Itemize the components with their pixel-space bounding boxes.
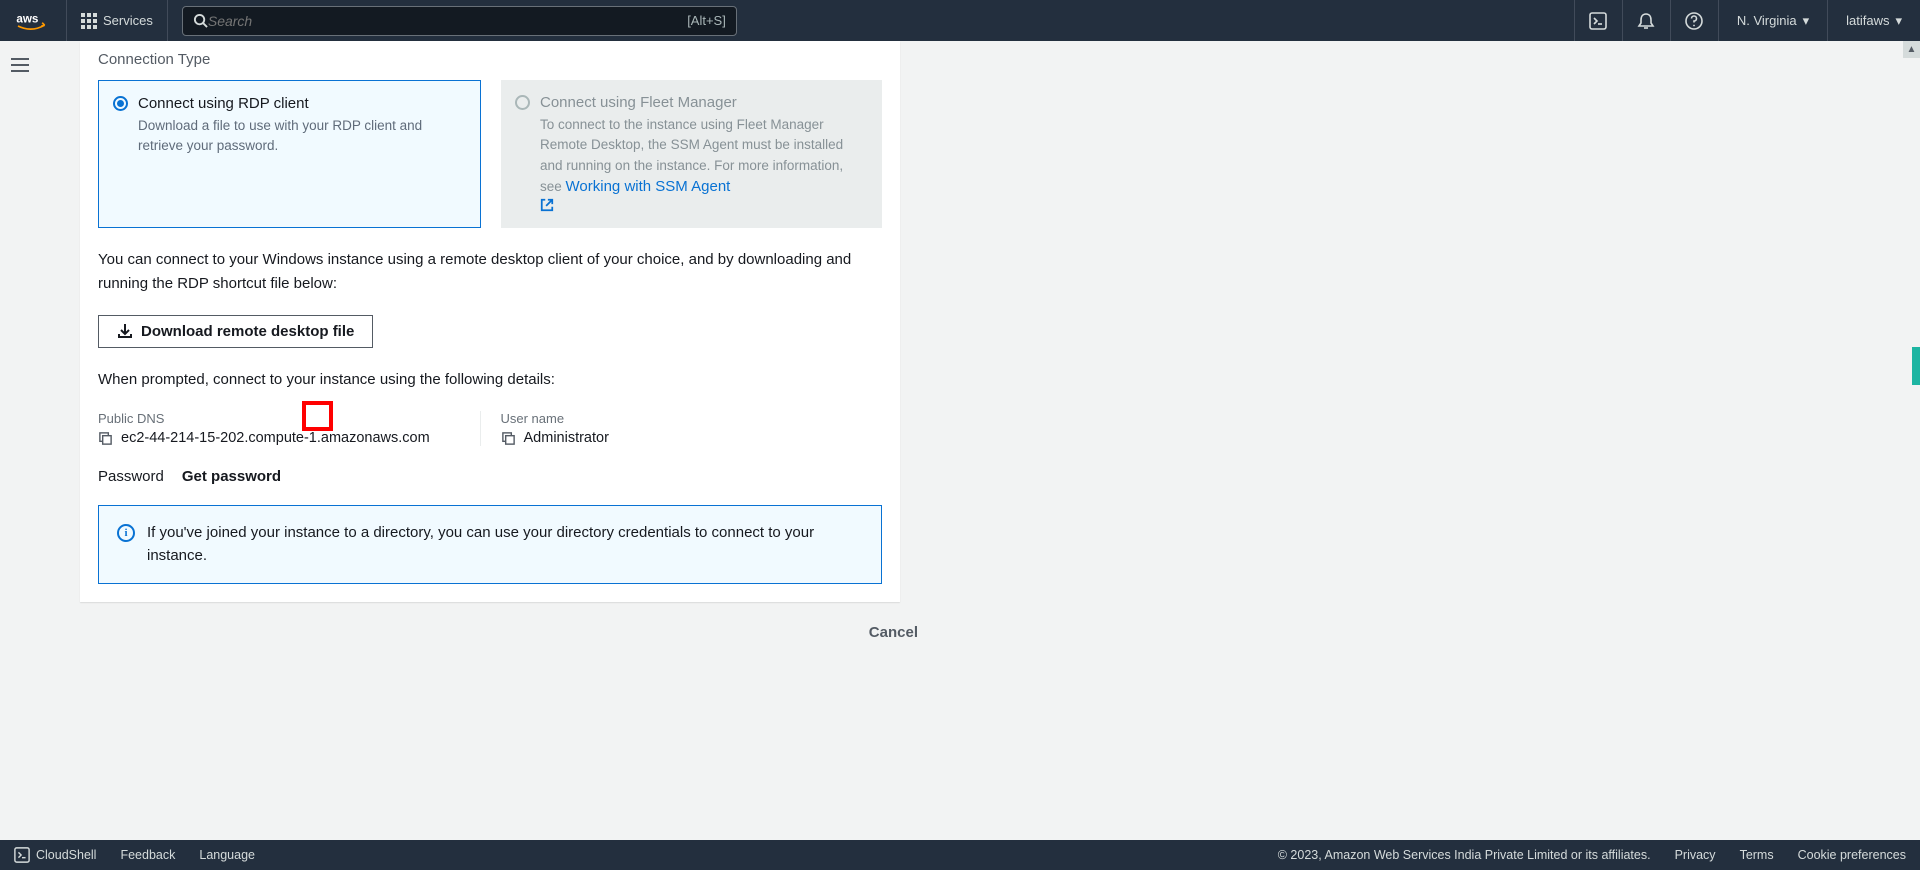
search-icon — [193, 13, 208, 28]
search-kbd-hint: [Alt+S] — [687, 13, 726, 28]
ssm-agent-link[interactable]: Working with SSM Agent — [540, 178, 866, 213]
info-icon: i — [117, 524, 135, 542]
connection-panel: Connection Type Connect using RDP client… — [80, 41, 900, 602]
public-dns-value: ec2-44-214-15-202.compute-1.amazonaws.co… — [121, 430, 430, 446]
help-button[interactable] — [1670, 0, 1718, 41]
account-label: latifaws — [1846, 13, 1889, 28]
copy-icon[interactable] — [501, 431, 516, 446]
instruction-text: You can connect to your Windows instance… — [98, 248, 882, 295]
region-selector[interactable]: N. Virginia ▾ — [1718, 0, 1827, 41]
info-text: If you've joined your instance to a dire… — [147, 522, 863, 567]
privacy-link[interactable]: Privacy — [1675, 848, 1716, 862]
option-title: Connect using Fleet Manager — [540, 94, 737, 111]
services-label: Services — [103, 13, 153, 28]
cookie-prefs-link[interactable]: Cookie preferences — [1798, 848, 1906, 862]
language-link[interactable]: Language — [199, 848, 255, 862]
account-menu[interactable]: latifaws ▾ — [1827, 0, 1920, 41]
footer-bar: CloudShell Feedback Language © 2023, Ama… — [0, 840, 1920, 870]
chevron-down-icon: ▾ — [1803, 13, 1810, 29]
search-input[interactable] — [208, 13, 726, 29]
option-title: Connect using RDP client — [138, 95, 309, 112]
password-label: Password — [98, 468, 164, 485]
option-desc: To connect to the instance using Fleet M… — [540, 115, 866, 212]
aws-logo[interactable]: aws — [0, 0, 67, 41]
external-link-icon — [540, 198, 554, 212]
copy-icon[interactable] — [98, 431, 113, 446]
radio-rdp-client[interactable] — [113, 96, 128, 111]
info-alert: i If you've joined your instance to a di… — [98, 505, 882, 584]
services-menu[interactable]: Services — [67, 0, 168, 41]
cloudshell-link[interactable]: CloudShell — [14, 847, 96, 863]
copyright-text: © 2023, Amazon Web Services India Privat… — [1278, 848, 1651, 862]
top-nav: aws Services [Alt+S] N. Virginia ▾ latif… — [0, 0, 1920, 41]
terms-link[interactable]: Terms — [1740, 848, 1774, 862]
username-label: User name — [501, 411, 863, 426]
region-label: N. Virginia — [1737, 13, 1797, 28]
cancel-button[interactable]: Cancel — [869, 624, 918, 641]
apps-icon — [81, 13, 97, 29]
terminal-icon — [14, 847, 30, 863]
scroll-up-arrow[interactable]: ▲ — [1903, 41, 1920, 58]
radio-fleet-manager — [515, 95, 530, 110]
svg-text:aws: aws — [16, 12, 38, 25]
notifications-button[interactable] — [1622, 0, 1670, 41]
cloudshell-button[interactable] — [1574, 0, 1622, 41]
prompt-text: When prompted, connect to your instance … — [98, 368, 882, 391]
chevron-down-icon: ▾ — [1895, 13, 1902, 29]
side-menu-toggle[interactable] — [0, 41, 40, 89]
feedback-tab[interactable] — [1912, 347, 1920, 385]
download-icon — [117, 323, 133, 339]
option-desc: Download a file to use with your RDP cli… — [138, 116, 464, 157]
get-password-link[interactable]: Get password — [182, 468, 281, 485]
public-dns-label: Public DNS — [98, 411, 460, 426]
search-box[interactable]: [Alt+S] — [182, 6, 737, 36]
username-value: Administrator — [524, 430, 609, 446]
option-rdp-client[interactable]: Connect using RDP client Download a file… — [98, 80, 481, 228]
connection-type-heading: Connection Type — [98, 41, 882, 80]
feedback-link[interactable]: Feedback — [120, 848, 175, 862]
option-fleet-manager: Connect using Fleet Manager To connect t… — [501, 80, 882, 228]
download-rdp-button[interactable]: Download remote desktop file — [98, 315, 373, 348]
